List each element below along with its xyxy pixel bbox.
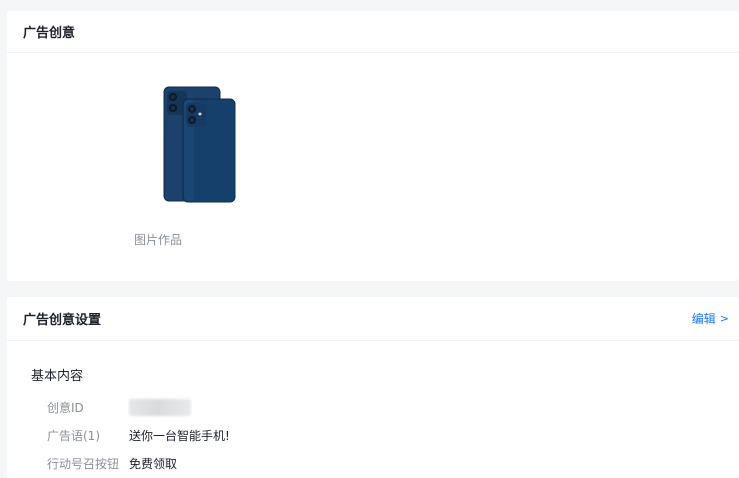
phone-product-icon (163, 86, 236, 203)
phone-image[interactable] (163, 83, 243, 203)
redacted-creative-id (129, 399, 191, 416)
ad-creative-card: 广告创意 图片作品 (7, 11, 739, 281)
ad-creative-title: 广告创意 (23, 26, 76, 41)
ad-creative-settings-title: 广告创意设置 (23, 313, 102, 328)
edit-label: 编辑 (691, 312, 716, 326)
edit-link[interactable]: 编辑 > (692, 310, 729, 327)
info-value: 免费领取 (129, 457, 178, 471)
info-row-cta-button: 行动号召按钮 免费领取 (47, 455, 177, 472)
info-row-creative-id: 创意ID (47, 399, 191, 416)
ad-creative-header: 广告创意 (7, 11, 739, 53)
ad-creative-settings-card: 广告创意设置 编辑 > 基本内容 创意ID 广告语(1) 送你一台智能手机! 行… (7, 297, 739, 478)
creative-item[interactable]: 图片作品 (125, 83, 236, 247)
basic-content-subtitle: 基本内容 (31, 369, 84, 384)
ad-creative-settings-header: 广告创意设置 编辑 > (7, 297, 739, 341)
info-label: 创意ID (47, 401, 84, 415)
creative-caption: 图片作品 (134, 233, 183, 247)
info-row-slogan: 广告语(1) 送你一台智能手机! (47, 427, 230, 444)
info-value: 送你一台智能手机! (129, 429, 230, 443)
info-label: 行动号召按钮 (47, 457, 120, 471)
chevron-right-icon: > (719, 312, 729, 325)
info-label: 广告语(1) (47, 429, 100, 443)
